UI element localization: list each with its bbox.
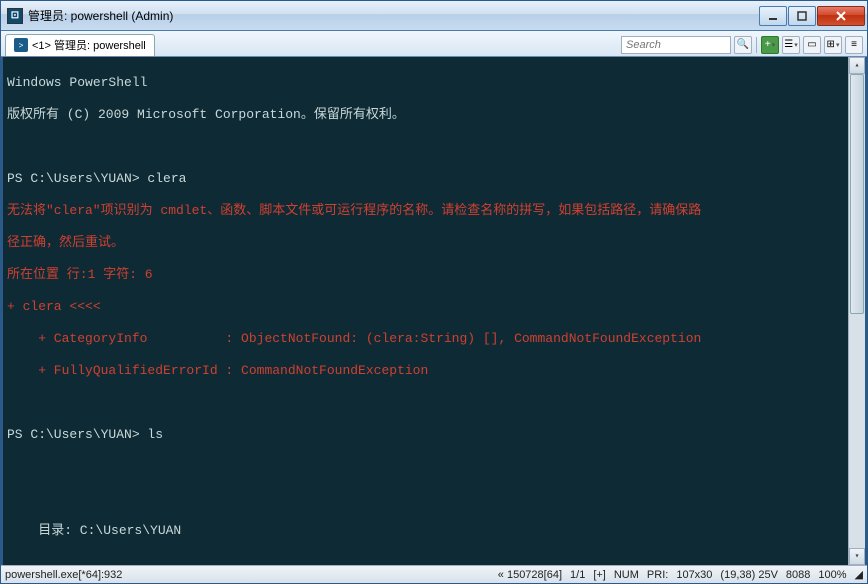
status-item: « 150728[64] — [498, 569, 562, 581]
close-button[interactable] — [817, 6, 865, 26]
tab-powershell[interactable]: > <1> 管理员: powershell — [5, 34, 155, 56]
status-process: powershell.exe[*64]:932 — [5, 569, 122, 581]
terminal-error: 所在位置 行:1 字符: 6 — [7, 267, 861, 283]
search-input[interactable] — [621, 36, 731, 54]
layout-button[interactable]: ⊞▾ — [824, 36, 842, 54]
titlebar[interactable]: ⊡ 管理员: powershell (Admin) — [1, 1, 867, 31]
plus-icon: + — [765, 39, 771, 50]
terminal-error: + FullyQualifiedErrorId : CommandNotFoun… — [7, 363, 861, 379]
scroll-up-button[interactable]: ▴ — [849, 57, 865, 74]
terminal-dirline: 目录: C:\Users\YUAN — [7, 523, 861, 539]
resize-grip-icon[interactable]: ◢ — [855, 568, 863, 581]
gear-icon: ☰ — [784, 39, 793, 50]
status-item: 100% — [818, 569, 846, 581]
terminal-error: 径正确，然后重试。 — [7, 235, 861, 251]
status-item: NUM — [614, 569, 639, 581]
close-icon — [835, 11, 847, 21]
scroll-track[interactable] — [849, 74, 865, 548]
terminal-blank — [7, 555, 861, 565]
chevron-down-icon: ▾ — [794, 41, 798, 49]
terminal-line: 版权所有 (C) 2009 Microsoft Corporation。保留所有… — [7, 107, 861, 123]
terminal-error: 无法将"clera"项识别为 cmdlet、函数、脚本文件或可运行程序的名称。请… — [7, 203, 861, 219]
status-item: (19,38) 25V — [720, 569, 777, 581]
terminal-blank — [7, 395, 861, 411]
menu-icon: ≡ — [851, 39, 857, 50]
chevron-down-icon: ▾ — [855, 549, 860, 565]
layout-icon: ⊞ — [827, 39, 835, 50]
windows-icon: ▭ — [807, 39, 816, 50]
terminal-blank — [7, 139, 861, 155]
add-button[interactable]: +▾ — [761, 36, 779, 54]
minimize-button[interactable] — [759, 6, 787, 26]
status-item: 107x30 — [676, 569, 712, 581]
terminal-prompt: PS C:\Users\YUAN> clera — [7, 171, 861, 187]
status-item: 8088 — [786, 569, 810, 581]
terminal-blank — [7, 459, 861, 475]
terminal-blank — [7, 491, 861, 507]
terminal-line: Windows PowerShell — [7, 75, 861, 91]
terminal-error: + clera <<<< — [7, 299, 861, 315]
terminal[interactable]: Windows PowerShell 版权所有 (C) 2009 Microso… — [1, 57, 867, 565]
windows-button[interactable]: ▭ — [803, 36, 821, 54]
window-title: 管理员: powershell (Admin) — [28, 7, 758, 24]
scroll-thumb[interactable] — [850, 74, 864, 314]
search-icon: 🔍 — [737, 39, 749, 50]
maximize-icon — [797, 11, 807, 21]
vertical-scrollbar[interactable]: ▴ ▾ — [848, 57, 865, 565]
terminal-prompt: PS C:\Users\YUAN> ls — [7, 427, 861, 443]
menu-button[interactable]: ≡ — [845, 36, 863, 54]
chevron-down-icon: ▾ — [772, 41, 776, 49]
minimize-icon — [768, 11, 778, 21]
statusbar: powershell.exe[*64]:932 « 150728[64] 1/1… — [1, 565, 867, 583]
settings-button[interactable]: ☰▾ — [782, 36, 800, 54]
powershell-icon: > — [14, 38, 28, 52]
status-item: PRI: — [647, 569, 668, 581]
tab-label: <1> 管理员: powershell — [32, 37, 146, 53]
chevron-down-icon: ▾ — [836, 41, 840, 49]
status-item: [+] — [593, 569, 606, 581]
tabbar: > <1> 管理员: powershell 🔍 +▾ ☰▾ ▭ ⊞▾ ≡ — [1, 31, 867, 57]
maximize-button[interactable] — [788, 6, 816, 26]
app-icon: ⊡ — [7, 8, 23, 24]
scroll-down-button[interactable]: ▾ — [849, 548, 865, 565]
status-item: 1/1 — [570, 569, 585, 581]
search-button[interactable]: 🔍 — [734, 36, 752, 54]
separator — [756, 37, 757, 53]
terminal-error: + CategoryInfo : ObjectNotFound: (clera:… — [7, 331, 861, 347]
chevron-up-icon: ▴ — [855, 58, 860, 74]
